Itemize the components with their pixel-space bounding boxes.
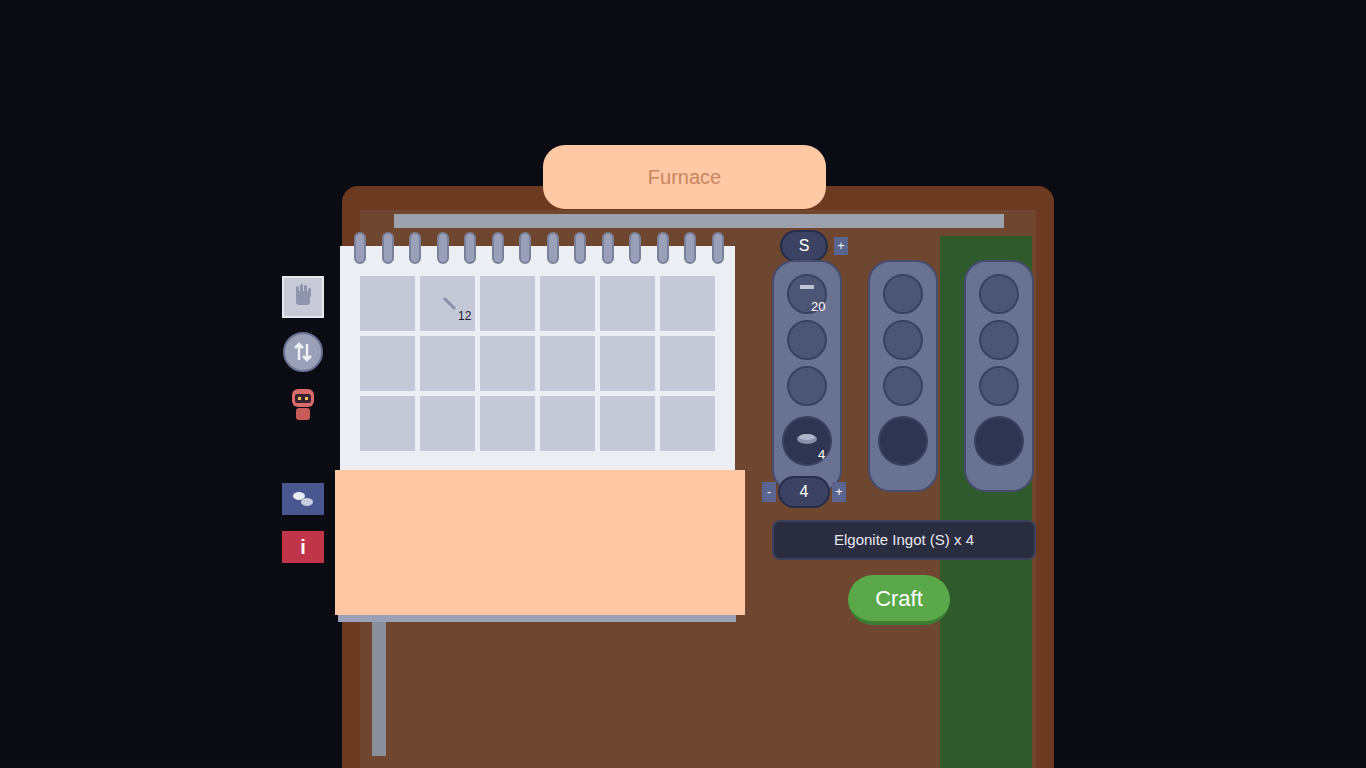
ingredient-slot[interactable]: 20 xyxy=(787,274,827,314)
inventory-slot[interactable] xyxy=(420,336,475,391)
inventory-slot[interactable] xyxy=(600,336,655,391)
slot-count: 20 xyxy=(811,300,825,313)
ingredient-slot[interactable] xyxy=(883,366,923,406)
robot-tool[interactable] xyxy=(285,386,321,422)
inventory-slot[interactable] xyxy=(540,336,595,391)
inventory-slot[interactable] xyxy=(660,276,715,331)
ingredient-slot[interactable] xyxy=(883,320,923,360)
slot-count: 4 xyxy=(818,448,825,461)
quantity-minus-button[interactable]: - xyxy=(762,482,776,502)
output-slot[interactable]: 4 xyxy=(782,416,832,466)
ingredient-slot[interactable] xyxy=(787,320,827,360)
sidebar xyxy=(282,276,324,422)
inventory-slot[interactable] xyxy=(360,336,415,391)
ingredient-column xyxy=(964,260,1034,492)
ingredient-slot[interactable] xyxy=(883,274,923,314)
robot-icon xyxy=(288,387,318,421)
inventory-panel: 12 xyxy=(340,232,735,470)
inventory-slot[interactable] xyxy=(360,396,415,451)
inventory-slot[interactable] xyxy=(600,396,655,451)
ingredient-column xyxy=(868,260,938,492)
ingredient-slot[interactable] xyxy=(979,366,1019,406)
inventory-slot[interactable] xyxy=(480,336,535,391)
inventory-slot[interactable] xyxy=(660,336,715,391)
inventory-slot[interactable] xyxy=(600,276,655,331)
output-slot[interactable] xyxy=(974,416,1024,466)
size-selector[interactable]: S xyxy=(780,230,828,262)
inventory-slot[interactable] xyxy=(480,276,535,331)
hand-icon xyxy=(290,283,316,311)
ingredient-slot[interactable] xyxy=(979,274,1019,314)
recipes-icon xyxy=(290,490,316,508)
swap-icon xyxy=(292,341,314,363)
inventory-slot[interactable] xyxy=(540,396,595,451)
inventory-slot[interactable] xyxy=(540,276,595,331)
inventory-slot[interactable] xyxy=(420,396,475,451)
info-button[interactable]: i xyxy=(282,531,324,563)
craft-button[interactable]: Craft xyxy=(848,575,950,625)
result-label: Elgonite Ingot (S) x 4 xyxy=(772,520,1036,560)
output-slot[interactable] xyxy=(878,416,928,466)
quantity-plus-button[interactable]: + xyxy=(832,482,846,502)
inventory-slot[interactable] xyxy=(660,396,715,451)
size-plus-button[interactable]: + xyxy=(834,237,848,255)
recipes-button[interactable] xyxy=(282,483,324,515)
notes-area xyxy=(335,470,745,615)
quantity-value[interactable]: 4 xyxy=(778,476,830,508)
quantity-stepper: - 4 + xyxy=(762,476,846,508)
ingot-icon xyxy=(796,432,818,444)
inventory-slot[interactable]: 12 xyxy=(420,276,475,331)
inventory-slot[interactable] xyxy=(480,396,535,451)
hand-tool[interactable] xyxy=(282,276,324,318)
station-title: Furnace xyxy=(543,145,826,209)
swap-tool[interactable] xyxy=(283,332,323,372)
recipe-columns: 20 4 xyxy=(772,260,1034,492)
inventory-slot[interactable] xyxy=(360,276,415,331)
ingredient-column: 20 4 xyxy=(772,260,842,492)
ingredient-slot[interactable] xyxy=(787,366,827,406)
ore-icon xyxy=(799,284,815,290)
ingredient-slot[interactable] xyxy=(979,320,1019,360)
item-count: 12 xyxy=(458,310,471,322)
item-icon xyxy=(442,296,458,312)
